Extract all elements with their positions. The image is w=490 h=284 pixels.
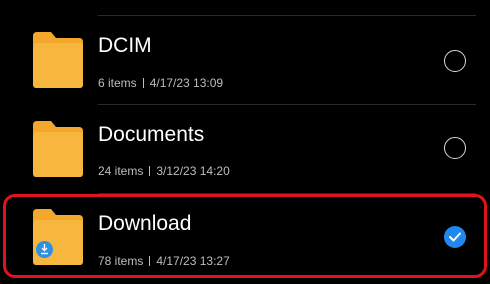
- folder-name: Download: [98, 212, 192, 235]
- folder-row-dcim[interactable]: DCIM 6 items 4/17/23 13:09: [0, 16, 490, 106]
- folder-meta: 24 items 3/12/23 14:20: [98, 164, 230, 178]
- meta-separator: [149, 166, 151, 176]
- modified-date: 3/12/23 14:20: [156, 164, 230, 178]
- select-radio[interactable]: [444, 137, 466, 159]
- item-count: 6 items: [98, 76, 137, 90]
- select-radio-checked[interactable]: [444, 226, 466, 248]
- item-count: 24 items: [98, 164, 144, 178]
- meta-separator: [142, 78, 144, 88]
- download-badge-icon: [36, 241, 53, 258]
- folder-meta: 6 items 4/17/23 13:09: [98, 76, 223, 90]
- folder-row-documents[interactable]: Documents 24 items 3/12/23 14:20: [0, 105, 490, 195]
- meta-separator: [149, 256, 151, 266]
- item-count: 78 items: [98, 254, 144, 268]
- folder-download-icon: [33, 209, 83, 265]
- modified-date: 4/17/23 13:27: [156, 254, 230, 268]
- folder-name: Documents: [98, 123, 205, 146]
- checkmark-icon: [449, 232, 461, 242]
- folder-name: DCIM: [98, 34, 152, 57]
- select-radio[interactable]: [444, 50, 466, 72]
- folder-row-download[interactable]: Download 78 items 4/17/23 13:27: [0, 194, 490, 284]
- modified-date: 4/17/23 13:09: [149, 76, 224, 90]
- folder-meta: 78 items 4/17/23 13:27: [98, 254, 230, 268]
- folder-icon: [33, 32, 83, 88]
- folder-list: DCIM 6 items 4/17/23 13:09 Documents 24 i…: [0, 0, 490, 281]
- folder-icon: [33, 121, 83, 177]
